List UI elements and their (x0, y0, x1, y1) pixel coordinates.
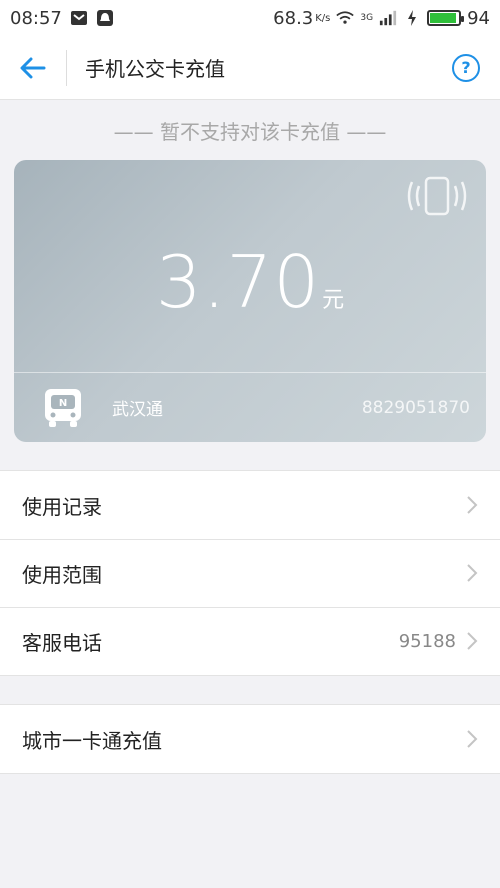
city-card-menu: 城市一卡通充值 (0, 704, 500, 774)
row-label: 使用记录 (22, 494, 102, 519)
customer-service-number: 95188 (398, 630, 456, 652)
charging-icon (403, 9, 421, 27)
status-bar: 08:57 68.3 K/s 3G 94 (0, 0, 500, 36)
card-balance: 3.70元 (14, 240, 486, 324)
wifi-icon (336, 9, 355, 27)
row-label: 客服电话 (22, 630, 102, 655)
usage-scope-row[interactable]: 使用范围 (0, 539, 500, 607)
svg-text:N: N (59, 398, 67, 409)
status-time: 08:57 (10, 7, 62, 29)
row-right (466, 563, 478, 583)
notification-icon (70, 9, 88, 27)
row-label: 使用范围 (22, 562, 102, 587)
chevron-right-icon (467, 632, 478, 650)
page-title: 手机公交卡充值 (85, 57, 225, 81)
help-button[interactable]: ? (452, 53, 480, 82)
card-menu: 使用记录 使用范围 客服电话 95188 (0, 470, 500, 676)
signal-icon (379, 9, 397, 27)
battery-fill (430, 13, 457, 23)
battery-icon (427, 10, 465, 26)
transit-card: 3.70元 N 武汉通 8829051870 (14, 160, 486, 442)
battery-percent: 94 (467, 7, 490, 29)
status-left: 08:57 (10, 8, 114, 29)
title-bar: 手机公交卡充值 ? (0, 36, 500, 100)
chevron-right-icon (467, 730, 478, 748)
card-number: 8829051870 (361, 397, 470, 418)
row-right (466, 729, 478, 749)
network-speed-unit: K/s (315, 12, 331, 24)
bell-icon (96, 9, 114, 27)
chevron-right-icon (467, 496, 478, 514)
bus-icon: N (45, 388, 81, 427)
balance-unit: 元 (322, 288, 345, 313)
row-right: 95188 (399, 631, 478, 652)
card-name: 武汉通 (112, 400, 163, 420)
network-type: 3G (360, 13, 374, 23)
unsupported-notice: —— 暂不支持对该卡充值 —— (113, 120, 387, 144)
row-label: 城市一卡通充值 (22, 728, 162, 753)
city-card-recharge-row[interactable]: 城市一卡通充值 (0, 705, 500, 773)
status-right: 68.3 K/s 3G 94 (273, 8, 490, 29)
chevron-right-icon (467, 564, 478, 582)
network-speed: 68.3 (273, 7, 314, 29)
card-footer: N 武汉通 8829051870 (14, 372, 486, 442)
nfc-phone-icon (407, 176, 467, 216)
row-right (466, 495, 478, 515)
back-button[interactable] (0, 36, 66, 99)
usage-records-row[interactable]: 使用记录 (0, 471, 500, 539)
question-icon: ? (461, 58, 471, 77)
arrow-left-icon (20, 57, 46, 78)
customer-service-row[interactable]: 客服电话 95188 (0, 607, 500, 675)
balance-amount: 3.70 (155, 240, 321, 324)
title-divider (66, 49, 67, 86)
